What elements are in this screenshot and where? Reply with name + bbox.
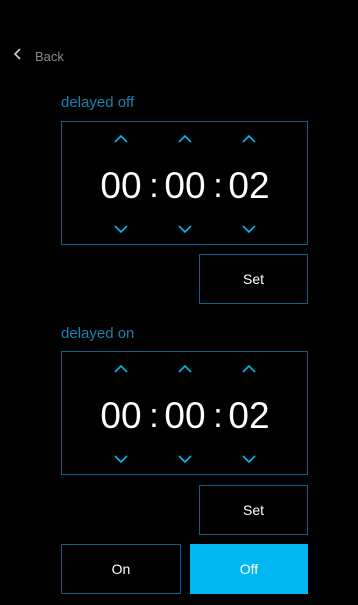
delayed-off-minutes-column: 00	[163, 122, 207, 244]
delayed-off-hours[interactable]: 00	[99, 166, 143, 206]
chevron-down-icon[interactable]	[113, 454, 129, 464]
delayed-off-hours-column: 00	[99, 122, 143, 244]
on-button[interactable]: On	[61, 544, 181, 594]
chevron-left-icon	[11, 47, 25, 66]
delayed-on-seconds-column: 02	[227, 352, 271, 474]
delayed-on-set-button[interactable]: Set	[199, 485, 308, 535]
delayed-on-hours-column: 00	[99, 352, 143, 474]
delayed-on-timer: 00 : 00 : 02	[61, 351, 308, 475]
screen: Back delayed off 00 : 00 : 02 Set delaye…	[1, 1, 357, 604]
chevron-up-icon[interactable]	[241, 134, 257, 144]
colon-separator: :	[149, 397, 159, 435]
chevron-down-icon[interactable]	[177, 454, 193, 464]
delayed-off-title: delayed off	[61, 94, 135, 111]
chevron-down-icon[interactable]	[113, 224, 129, 234]
delayed-on-seconds[interactable]: 02	[227, 396, 271, 436]
colon-separator: :	[213, 397, 223, 435]
colon-separator: :	[149, 167, 159, 205]
chevron-up-icon[interactable]	[177, 364, 193, 374]
chevron-up-icon[interactable]	[177, 134, 193, 144]
delayed-on-hours[interactable]: 00	[99, 396, 143, 436]
chevron-up-icon[interactable]	[241, 364, 257, 374]
back-label: Back	[35, 48, 64, 64]
colon-separator: :	[213, 167, 223, 205]
delayed-off-seconds-column: 02	[227, 122, 271, 244]
delayed-off-seconds[interactable]: 02	[227, 166, 271, 206]
delayed-on-minutes[interactable]: 00	[163, 396, 207, 436]
chevron-down-icon[interactable]	[241, 224, 257, 234]
delayed-on-title: delayed on	[61, 325, 135, 342]
delayed-off-minutes[interactable]: 00	[163, 166, 207, 206]
delayed-off-timer: 00 : 00 : 02	[61, 121, 308, 245]
chevron-down-icon[interactable]	[177, 224, 193, 234]
delayed-on-minutes-column: 00	[163, 352, 207, 474]
back-button[interactable]: Back	[11, 41, 64, 71]
delayed-off-set-button[interactable]: Set	[199, 254, 308, 304]
chevron-up-icon[interactable]	[113, 134, 129, 144]
chevron-up-icon[interactable]	[113, 364, 129, 374]
chevron-down-icon[interactable]	[241, 454, 257, 464]
off-button[interactable]: Off	[190, 544, 308, 594]
